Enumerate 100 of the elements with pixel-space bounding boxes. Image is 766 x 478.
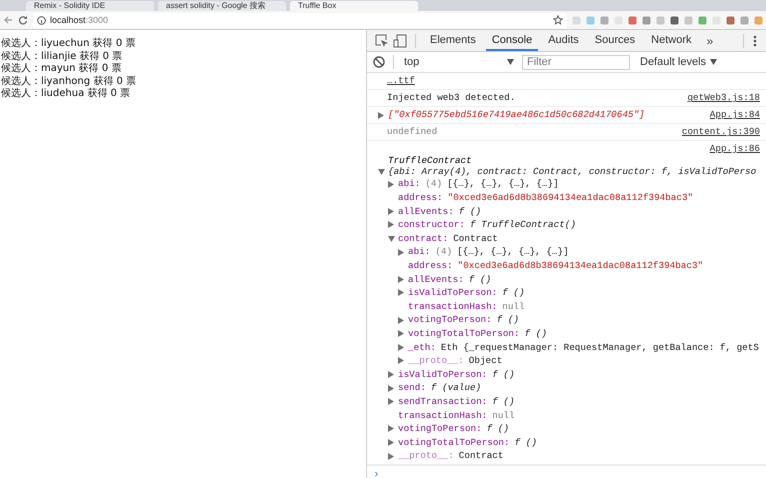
property-key: allEvents: bbox=[408, 272, 464, 286]
property-value: Object bbox=[468, 354, 502, 368]
property-value: null bbox=[492, 408, 515, 422]
browser-tab[interactable]: assert solidity - Google 搜索 bbox=[158, 1, 286, 11]
property-value: "0xced3e6ad6d8b38694134ea1dac08a112f394bac3" bbox=[448, 191, 694, 205]
filter-field[interactable]: Filter bbox=[522, 54, 630, 70]
property-key: address: bbox=[408, 258, 453, 273]
property-key: sendTransaction: bbox=[398, 394, 488, 408]
expand-arrow-icon[interactable] bbox=[398, 248, 404, 256]
property-value: Eth {_requestManager: RequestManager, getBalance: f, getS bbox=[440, 340, 759, 354]
property-key: abi: bbox=[398, 177, 420, 191]
property-value: f () bbox=[514, 436, 537, 450]
expand-arrow-icon[interactable] bbox=[388, 438, 394, 446]
back-icon[interactable] bbox=[3, 15, 13, 25]
property-value: Contract bbox=[453, 232, 498, 246]
property-key: constructor: bbox=[398, 218, 465, 232]
property-value: f () bbox=[486, 422, 510, 436]
menu-icon[interactable] bbox=[752, 34, 758, 48]
property-key: send: bbox=[398, 381, 426, 395]
expand-arrow-icon[interactable] bbox=[388, 452, 394, 460]
info-icon[interactable] bbox=[37, 16, 46, 24]
object-class-name: TruffleContract bbox=[388, 155, 472, 166]
devtools-tab[interactable]: Elements bbox=[424, 30, 482, 51]
candidate-line: 候选人：liyuechun 获得 0 票 bbox=[1, 38, 136, 50]
property-value: f (value) bbox=[430, 381, 482, 395]
property-key: votingToPerson: bbox=[398, 422, 482, 436]
expand-arrow-icon[interactable] bbox=[388, 398, 394, 406]
property-value: f () bbox=[502, 286, 525, 300]
property-key: address: bbox=[398, 191, 443, 205]
property-value: [{…}, {…}, {…}, {…}] bbox=[457, 245, 569, 259]
more-tabs-button[interactable]: » bbox=[702, 34, 718, 48]
expand-arrow-icon[interactable] bbox=[388, 371, 394, 378]
browser-tab[interactable]: Truffle Box bbox=[290, 1, 418, 11]
property-value: "0xced3e6ad6d8b38694134ea1dac08a112f394bac3" bbox=[458, 258, 704, 273]
expand-arrow-icon[interactable] bbox=[398, 330, 404, 338]
property-key: votingTotalToPerson: bbox=[398, 436, 510, 450]
array-value: ["0xf055775ebd516e7419ae486c1d50c682d4170645"] bbox=[388, 108, 645, 122]
property-key: __proto__: bbox=[398, 449, 454, 463]
expand-arrow-icon[interactable] bbox=[388, 425, 394, 432]
expand-arrow-icon[interactable] bbox=[388, 221, 394, 228]
property-value: f () bbox=[496, 313, 520, 327]
expand-arrow-icon[interactable] bbox=[388, 384, 394, 392]
clear-console-icon[interactable] bbox=[373, 56, 385, 68]
property-value: Contract bbox=[458, 449, 504, 463]
property-key: contract: bbox=[398, 232, 448, 246]
property-value: f () bbox=[458, 204, 482, 218]
log-message: Injected web3 detected. bbox=[387, 91, 516, 105]
source-link[interactable]: App.js:84 bbox=[710, 108, 760, 122]
property-value: f () bbox=[492, 368, 515, 382]
property-key: transactionHash: bbox=[408, 300, 498, 314]
levels-dropdown[interactable]: Default levels bbox=[640, 56, 718, 68]
address-field[interactable]: localhost:3000 bbox=[33, 12, 567, 28]
devtools-tab[interactable]: Network bbox=[645, 30, 698, 51]
candidate-line: 候选人：lilianjie 获得 0 票 bbox=[1, 50, 122, 62]
array-count: (4) bbox=[425, 177, 442, 191]
expand-arrow-icon[interactable] bbox=[388, 208, 394, 215]
device-icon[interactable] bbox=[393, 34, 407, 48]
browser-tab[interactable]: Remix - Solidity IDE bbox=[26, 1, 154, 11]
url-text: localhost:3000 bbox=[50, 15, 108, 25]
caret-icon[interactable] bbox=[710, 59, 718, 65]
expand-arrow-icon[interactable] bbox=[398, 316, 404, 324]
expand-arrow-icon[interactable] bbox=[388, 180, 394, 188]
property-key: isValidToPerson: bbox=[398, 368, 488, 382]
star-icon[interactable] bbox=[553, 15, 563, 25]
array-count: (4) bbox=[435, 245, 452, 259]
property-key: votingToPerson: bbox=[408, 313, 492, 327]
property-key: isValidToPerson: bbox=[408, 286, 498, 300]
property-key: __proto__: bbox=[408, 354, 464, 368]
property-key: transactionHash: bbox=[398, 408, 488, 422]
expand-arrow-icon[interactable] bbox=[378, 112, 384, 118]
property-key: allEvents: bbox=[398, 204, 454, 218]
object-summary: {abi: Array(4), contract: Contract, constructor: f, isValidToPerso bbox=[388, 166, 756, 178]
reload-icon[interactable] bbox=[18, 15, 28, 25]
context-dropdown[interactable]: top bbox=[402, 56, 514, 68]
property-key: abi: bbox=[408, 245, 430, 259]
source-link[interactable]: content.js:390 bbox=[682, 125, 760, 139]
source-link[interactable]: getWeb3.js:18 bbox=[687, 91, 760, 105]
property-value: f () bbox=[492, 394, 515, 408]
candidate-line: 候选人：mayun 获得 0 票 bbox=[1, 63, 122, 76]
candidate-line: 候选人：liyanhong 获得 0 票 bbox=[1, 76, 136, 88]
property-value: [{…}, {…}, {…}, {…}] bbox=[447, 177, 559, 191]
property-key: _eth: bbox=[408, 340, 436, 354]
devtools-tab[interactable]: Audits bbox=[542, 30, 585, 51]
collapse-arrow-icon[interactable] bbox=[378, 168, 385, 175]
expand-arrow-icon[interactable] bbox=[398, 357, 404, 364]
expand-arrow-icon[interactable] bbox=[398, 289, 404, 296]
devtools-tab[interactable]: Console bbox=[486, 30, 538, 51]
expand-arrow-icon[interactable] bbox=[398, 276, 404, 283]
expand-arrow-icon[interactable] bbox=[398, 344, 404, 351]
property-value: f () bbox=[524, 326, 547, 341]
caret-icon[interactable] bbox=[507, 59, 514, 65]
inspect-icon[interactable] bbox=[375, 34, 389, 48]
source-link[interactable]: App.js:86 bbox=[710, 142, 760, 156]
devtools-tab[interactable]: Sources bbox=[588, 30, 642, 51]
log-message: undefined bbox=[387, 125, 438, 139]
property-value: null bbox=[502, 300, 525, 314]
candidate-line: 候选人：liudehua 获得 0 票 bbox=[1, 88, 130, 100]
resource-link[interactable]: ….ttf bbox=[387, 74, 415, 88]
property-value: f () bbox=[468, 272, 492, 286]
collapse-arrow-icon[interactable] bbox=[388, 236, 395, 242]
